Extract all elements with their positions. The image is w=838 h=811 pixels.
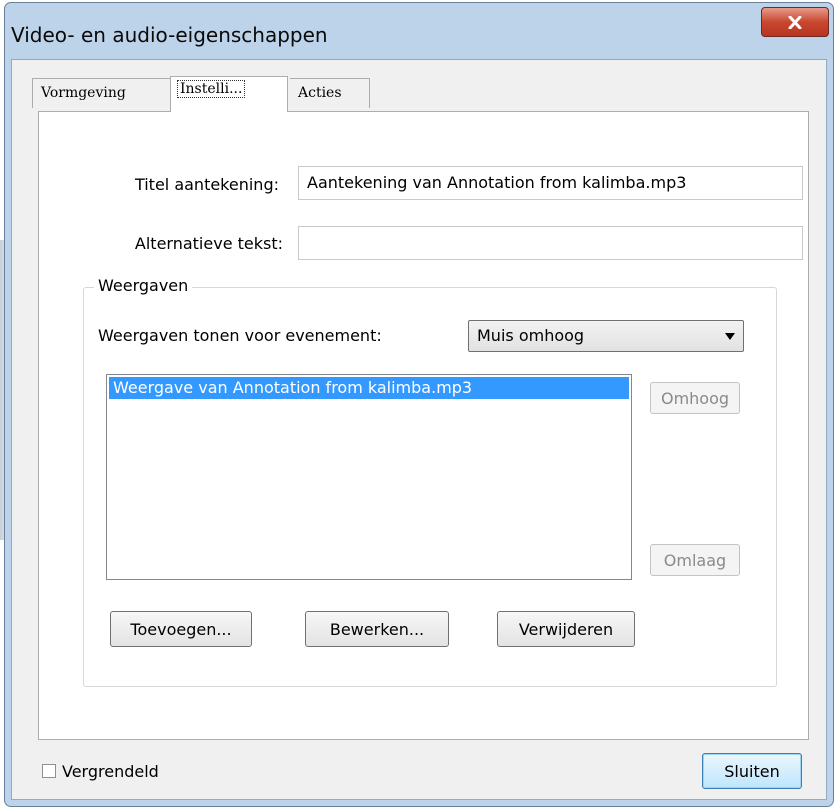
chevron-down-icon	[725, 333, 735, 340]
window-title: Video- en audio-eigenschappen	[11, 23, 328, 47]
title-label: Titel aantekening:	[134, 175, 279, 194]
tab-label: Acties	[298, 85, 342, 101]
edit-button[interactable]: Bewerken...	[305, 611, 449, 647]
renditions-group-title: Weergaven	[94, 276, 193, 295]
add-button[interactable]: Toevoegen...	[110, 611, 252, 647]
tab-instellingen[interactable]: Instelli...	[170, 76, 288, 112]
locked-checkbox[interactable]	[42, 764, 56, 778]
renditions-list[interactable]: Weergave van Annotation from kalimba.mp3	[106, 374, 632, 580]
title-input[interactable]: Aantekening van Annotation from kalimba.…	[298, 166, 803, 200]
settings-tab-panel: Titel aantekening: Aantekening van Annot…	[38, 111, 809, 740]
event-select-value: Muis omhoog	[477, 326, 585, 345]
close-button[interactable]: Sluiten	[702, 753, 802, 789]
move-down-button[interactable]: Omlaag	[650, 544, 740, 576]
locked-label: Vergrendeld	[62, 761, 159, 781]
event-select[interactable]: Muis omhoog	[468, 320, 744, 352]
alt-text-input[interactable]	[298, 226, 803, 260]
list-item[interactable]: Weergave van Annotation from kalimba.mp3	[109, 377, 629, 399]
title-bar[interactable]: Video- en audio-eigenschappen	[5, 3, 833, 61]
move-up-button[interactable]: Omhoog	[650, 382, 740, 414]
renditions-groupbox: Weergaven Weergaven tonen voor evenement…	[83, 276, 777, 687]
tab-vormgeving[interactable]: Vormgeving	[32, 78, 172, 108]
event-label: Weergaven tonen voor evenement:	[98, 326, 382, 345]
tab-acties[interactable]: Acties	[290, 78, 370, 108]
properties-dialog: Video- en audio-eigenschappen Vormgeving…	[4, 2, 834, 807]
delete-button[interactable]: Verwijderen	[497, 611, 635, 647]
dialog-client-area: Vormgeving Instelli... Acties Titel aant…	[11, 59, 827, 800]
tab-label: Vormgeving	[41, 85, 126, 101]
close-icon	[788, 15, 802, 29]
window-close-button[interactable]	[761, 7, 829, 37]
tab-label: Instelli...	[177, 80, 246, 98]
alt-text-label: Alternatieve tekst:	[134, 234, 283, 253]
locked-checkbox-row[interactable]: Vergrendeld	[42, 760, 159, 782]
